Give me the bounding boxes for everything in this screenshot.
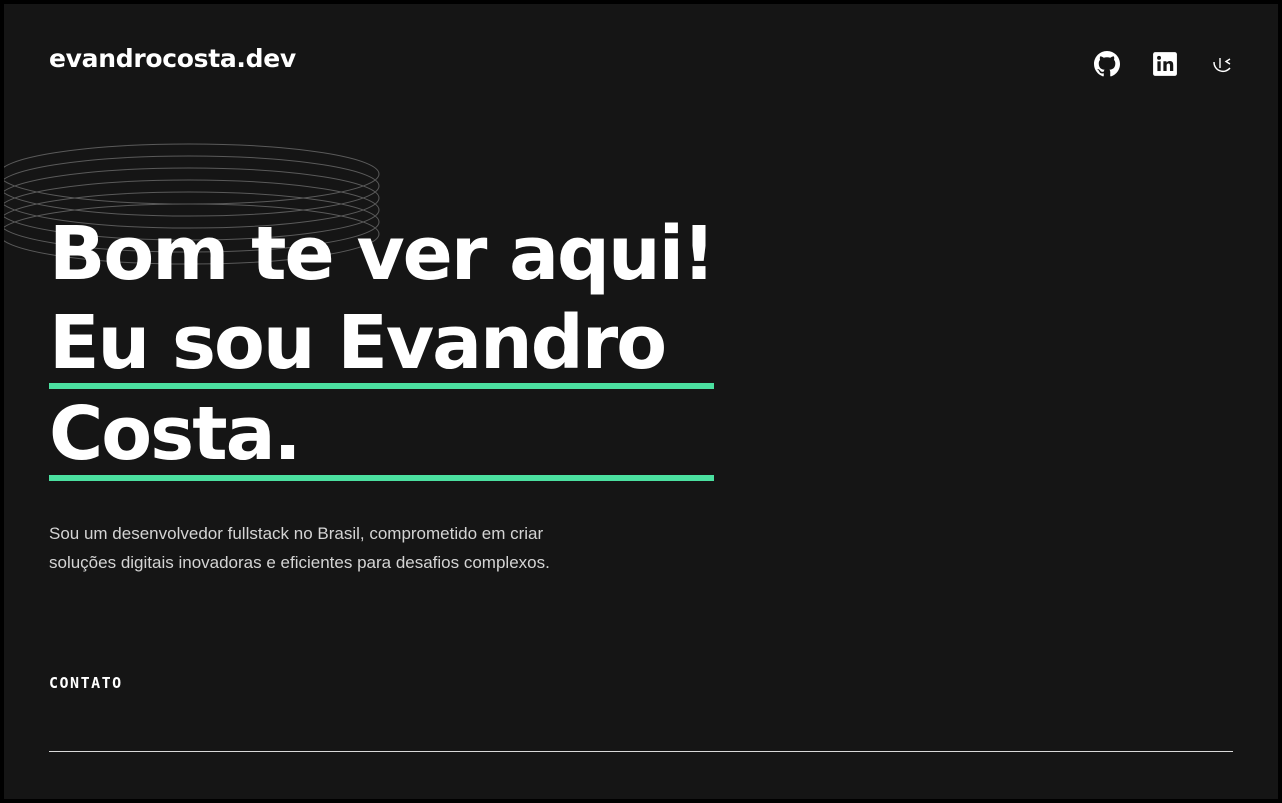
headline-line-2: Eu sou Evandro	[49, 299, 714, 389]
social-links	[1092, 49, 1238, 79]
orbit-logo-link[interactable]	[1208, 49, 1238, 79]
contact-link[interactable]: CONTATO	[49, 674, 123, 692]
linkedin-icon	[1153, 52, 1177, 76]
orbit-logo-icon	[1213, 58, 1231, 72]
site-brand-link[interactable]: evandrocosta.dev	[49, 44, 296, 73]
headline-surname-highlight: Costa.	[49, 389, 714, 481]
github-icon	[1094, 51, 1120, 77]
hero-headline: Bom te ver aqui! Eu sou Evandro Costa.	[49, 209, 716, 481]
github-link[interactable]	[1092, 49, 1122, 79]
headline-line-3: Costa.	[49, 389, 714, 481]
page-frame: evandrocosta.dev Bom te ver aqui! Eu sou…	[4, 4, 1278, 799]
section-divider	[49, 751, 1233, 752]
headline-line-1: Bom te ver aqui!	[49, 211, 716, 297]
linkedin-link[interactable]	[1150, 49, 1180, 79]
hero-intro-text: Sou um desenvolvedor fullstack no Brasil…	[49, 524, 550, 572]
headline-name-highlight: Eu sou Evandro	[49, 299, 714, 389]
